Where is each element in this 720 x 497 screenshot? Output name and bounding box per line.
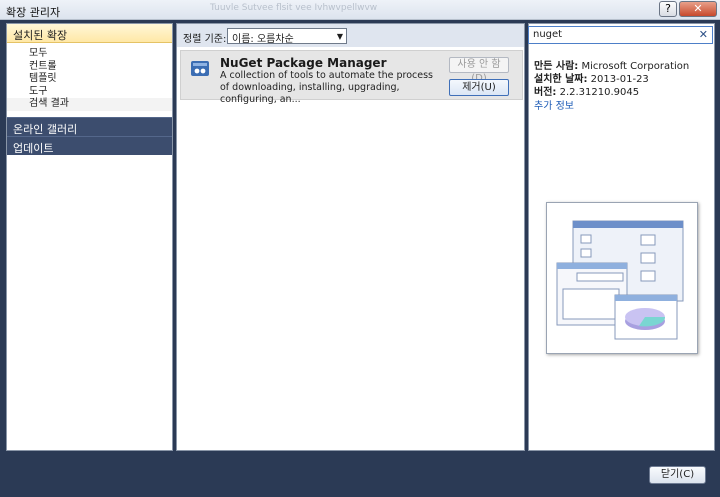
package-icon — [191, 61, 209, 76]
close-dialog-button[interactable]: 닫기(C) — [649, 466, 706, 484]
tree-item-templates[interactable]: 템플릿 — [7, 73, 172, 86]
help-button[interactable]: ? — [659, 1, 677, 17]
extension-description: A collection of tools to automate the pr… — [220, 70, 433, 105]
search-input[interactable]: nuget ✕ — [528, 26, 713, 44]
extension-preview-image — [546, 202, 698, 354]
installed-tree: 모두 컨트롤 템플릿 도구 검색 결과 — [7, 43, 172, 111]
window-title: 확장 관리자 — [6, 6, 61, 19]
nav-updates[interactable]: 업데이트 — [7, 135, 172, 155]
sort-dropdown[interactable]: 이름: 오름차순 ▼ — [227, 28, 347, 45]
more-info-link[interactable]: 추가 정보 — [534, 97, 574, 112]
tree-item-controls[interactable]: 컨트롤 — [7, 61, 172, 74]
window-close-button[interactable]: ✕ — [679, 1, 717, 17]
clear-search-icon[interactable]: ✕ — [699, 28, 708, 41]
tree-item-all[interactable]: 모두 — [7, 48, 172, 61]
chevron-down-icon: ▼ — [336, 32, 343, 41]
tree-item-search-results[interactable]: 검색 결과 — [7, 98, 172, 111]
sort-label: 정렬 기준: — [183, 34, 227, 45]
preview-illustration — [556, 220, 684, 340]
disable-button[interactable]: 사용 안 함(D) — [449, 57, 509, 84]
background-window-caption: Tuuvle Sutvee flsit vee Ivhwvpellwvw — [210, 3, 378, 13]
title-bar: 확장 관리자 Tuuvle Sutvee flsit vee Ivhwvpell… — [0, 0, 720, 20]
footer-bar — [0, 452, 720, 497]
version-row: 버전: 2.2.31210.9045 — [534, 83, 639, 98]
sort-bar: 정렬 기준: 이름: 오름차순 ▼ — [176, 23, 525, 47]
nav-installed-extensions[interactable]: 설치된 확장 — [7, 24, 172, 43]
uninstall-button[interactable]: 제거(U) — [449, 79, 509, 96]
extension-manager-window: 확장 관리자 Tuuvle Sutvee flsit vee Ivhwvpell… — [0, 0, 720, 497]
sort-dropdown-value: 이름: 오름차순 — [232, 34, 294, 45]
extension-list-item[interactable]: NuGet Package Manager A collection of to… — [180, 50, 523, 105]
left-nav-pane: 설치된 확장 모두 컨트롤 템플릿 도구 검색 결과 온라인 갤러리 업데이트 — [6, 23, 173, 451]
search-input-value: nuget — [533, 29, 563, 40]
tree-item-tools[interactable]: 도구 — [7, 86, 172, 99]
nav-online-gallery[interactable]: 온라인 갤러리 — [7, 116, 172, 136]
extension-name: NuGet Package Manager — [220, 56, 387, 70]
